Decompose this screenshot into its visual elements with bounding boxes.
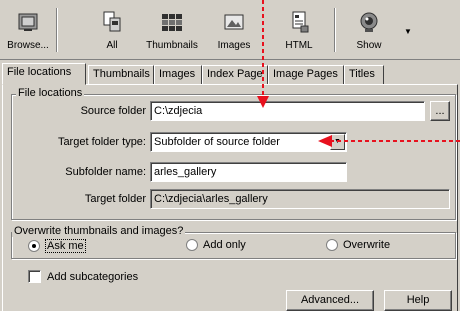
target-type-value: Subfolder of source folder: [154, 136, 280, 148]
add-subcategories-checkbox[interactable]: Add subcategories: [28, 270, 138, 283]
source-folder-browse-button[interactable]: ...: [430, 101, 450, 121]
show-label: Show: [356, 40, 382, 51]
target-folder-label: Target folder: [84, 193, 146, 205]
subfolder-name-label: Subfolder name:: [65, 166, 146, 178]
all-icon: [103, 11, 121, 32]
radio-add-only[interactable]: Add only: [186, 239, 246, 251]
images-button[interactable]: Images: [211, 6, 257, 54]
file-locations-group-title: File locations: [16, 87, 85, 99]
help-button[interactable]: Help: [384, 290, 452, 311]
all-label: All: [106, 40, 118, 51]
html-label: HTML: [285, 40, 313, 51]
html-button[interactable]: HTML: [278, 6, 320, 54]
tab-index-page[interactable]: Index Page: [202, 65, 268, 84]
tab-thumbnails[interactable]: Thumbnails: [88, 65, 154, 84]
tab-image-pages[interactable]: Image Pages: [268, 65, 344, 84]
radio-overwrite-label: Overwrite: [343, 239, 391, 251]
target-folder-readonly: C:\zdjecia\arles_gallery: [150, 189, 450, 209]
toolbar: Browse... All Thumbnails Images HTML Sho…: [0, 0, 460, 60]
html-icon: [292, 11, 309, 33]
show-button[interactable]: Show: [346, 6, 392, 54]
target-type-select[interactable]: Subfolder of source folder ▼: [150, 132, 347, 152]
thumbnails-label: Thumbnails: [146, 40, 198, 51]
tab-titles[interactable]: Titles: [344, 65, 384, 84]
source-folder-input[interactable]: C:\zdjecia: [150, 101, 425, 121]
target-type-label: Target folder type:: [57, 136, 146, 148]
checkbox-box: [28, 270, 41, 283]
tab-bar: File locations Thumbnails Images Index P…: [0, 63, 460, 85]
radio-overwrite[interactable]: Overwrite: [326, 239, 390, 251]
radio-dot: [326, 239, 338, 251]
radio-ask-me[interactable]: Ask me: [28, 239, 86, 253]
radio-ask-me-label: Ask me: [45, 239, 86, 253]
toolbar-separator: [334, 8, 336, 52]
all-button[interactable]: All: [94, 6, 130, 54]
thumbnails-icon: [162, 14, 182, 31]
show-icon: [360, 12, 378, 32]
radio-dot: [28, 240, 40, 252]
tab-file-locations[interactable]: File locations: [2, 63, 86, 85]
add-subcategories-label: Add subcategories: [47, 270, 139, 283]
thumbnails-button[interactable]: Thumbnails: [144, 6, 200, 54]
images-icon: [224, 14, 244, 30]
advanced-button[interactable]: Advanced...: [286, 290, 374, 311]
browse-icon: [18, 13, 38, 31]
source-folder-label: Source folder: [80, 105, 146, 117]
images-label: Images: [217, 40, 251, 51]
tab-images[interactable]: Images: [154, 65, 202, 84]
radio-dot: [186, 239, 198, 251]
browse-label: Browse...: [7, 40, 49, 51]
radio-add-only-label: Add only: [203, 239, 246, 251]
toolbar-separator: [56, 8, 58, 52]
chevron-down-icon[interactable]: ▼: [330, 134, 345, 150]
browse-button[interactable]: Browse...: [6, 6, 50, 54]
overwrite-group-title: Overwrite thumbnails and images?: [12, 225, 186, 237]
subfolder-name-input[interactable]: arles_gallery: [150, 162, 347, 182]
dropdown-arrow-icon[interactable]: ▼: [404, 28, 412, 36]
